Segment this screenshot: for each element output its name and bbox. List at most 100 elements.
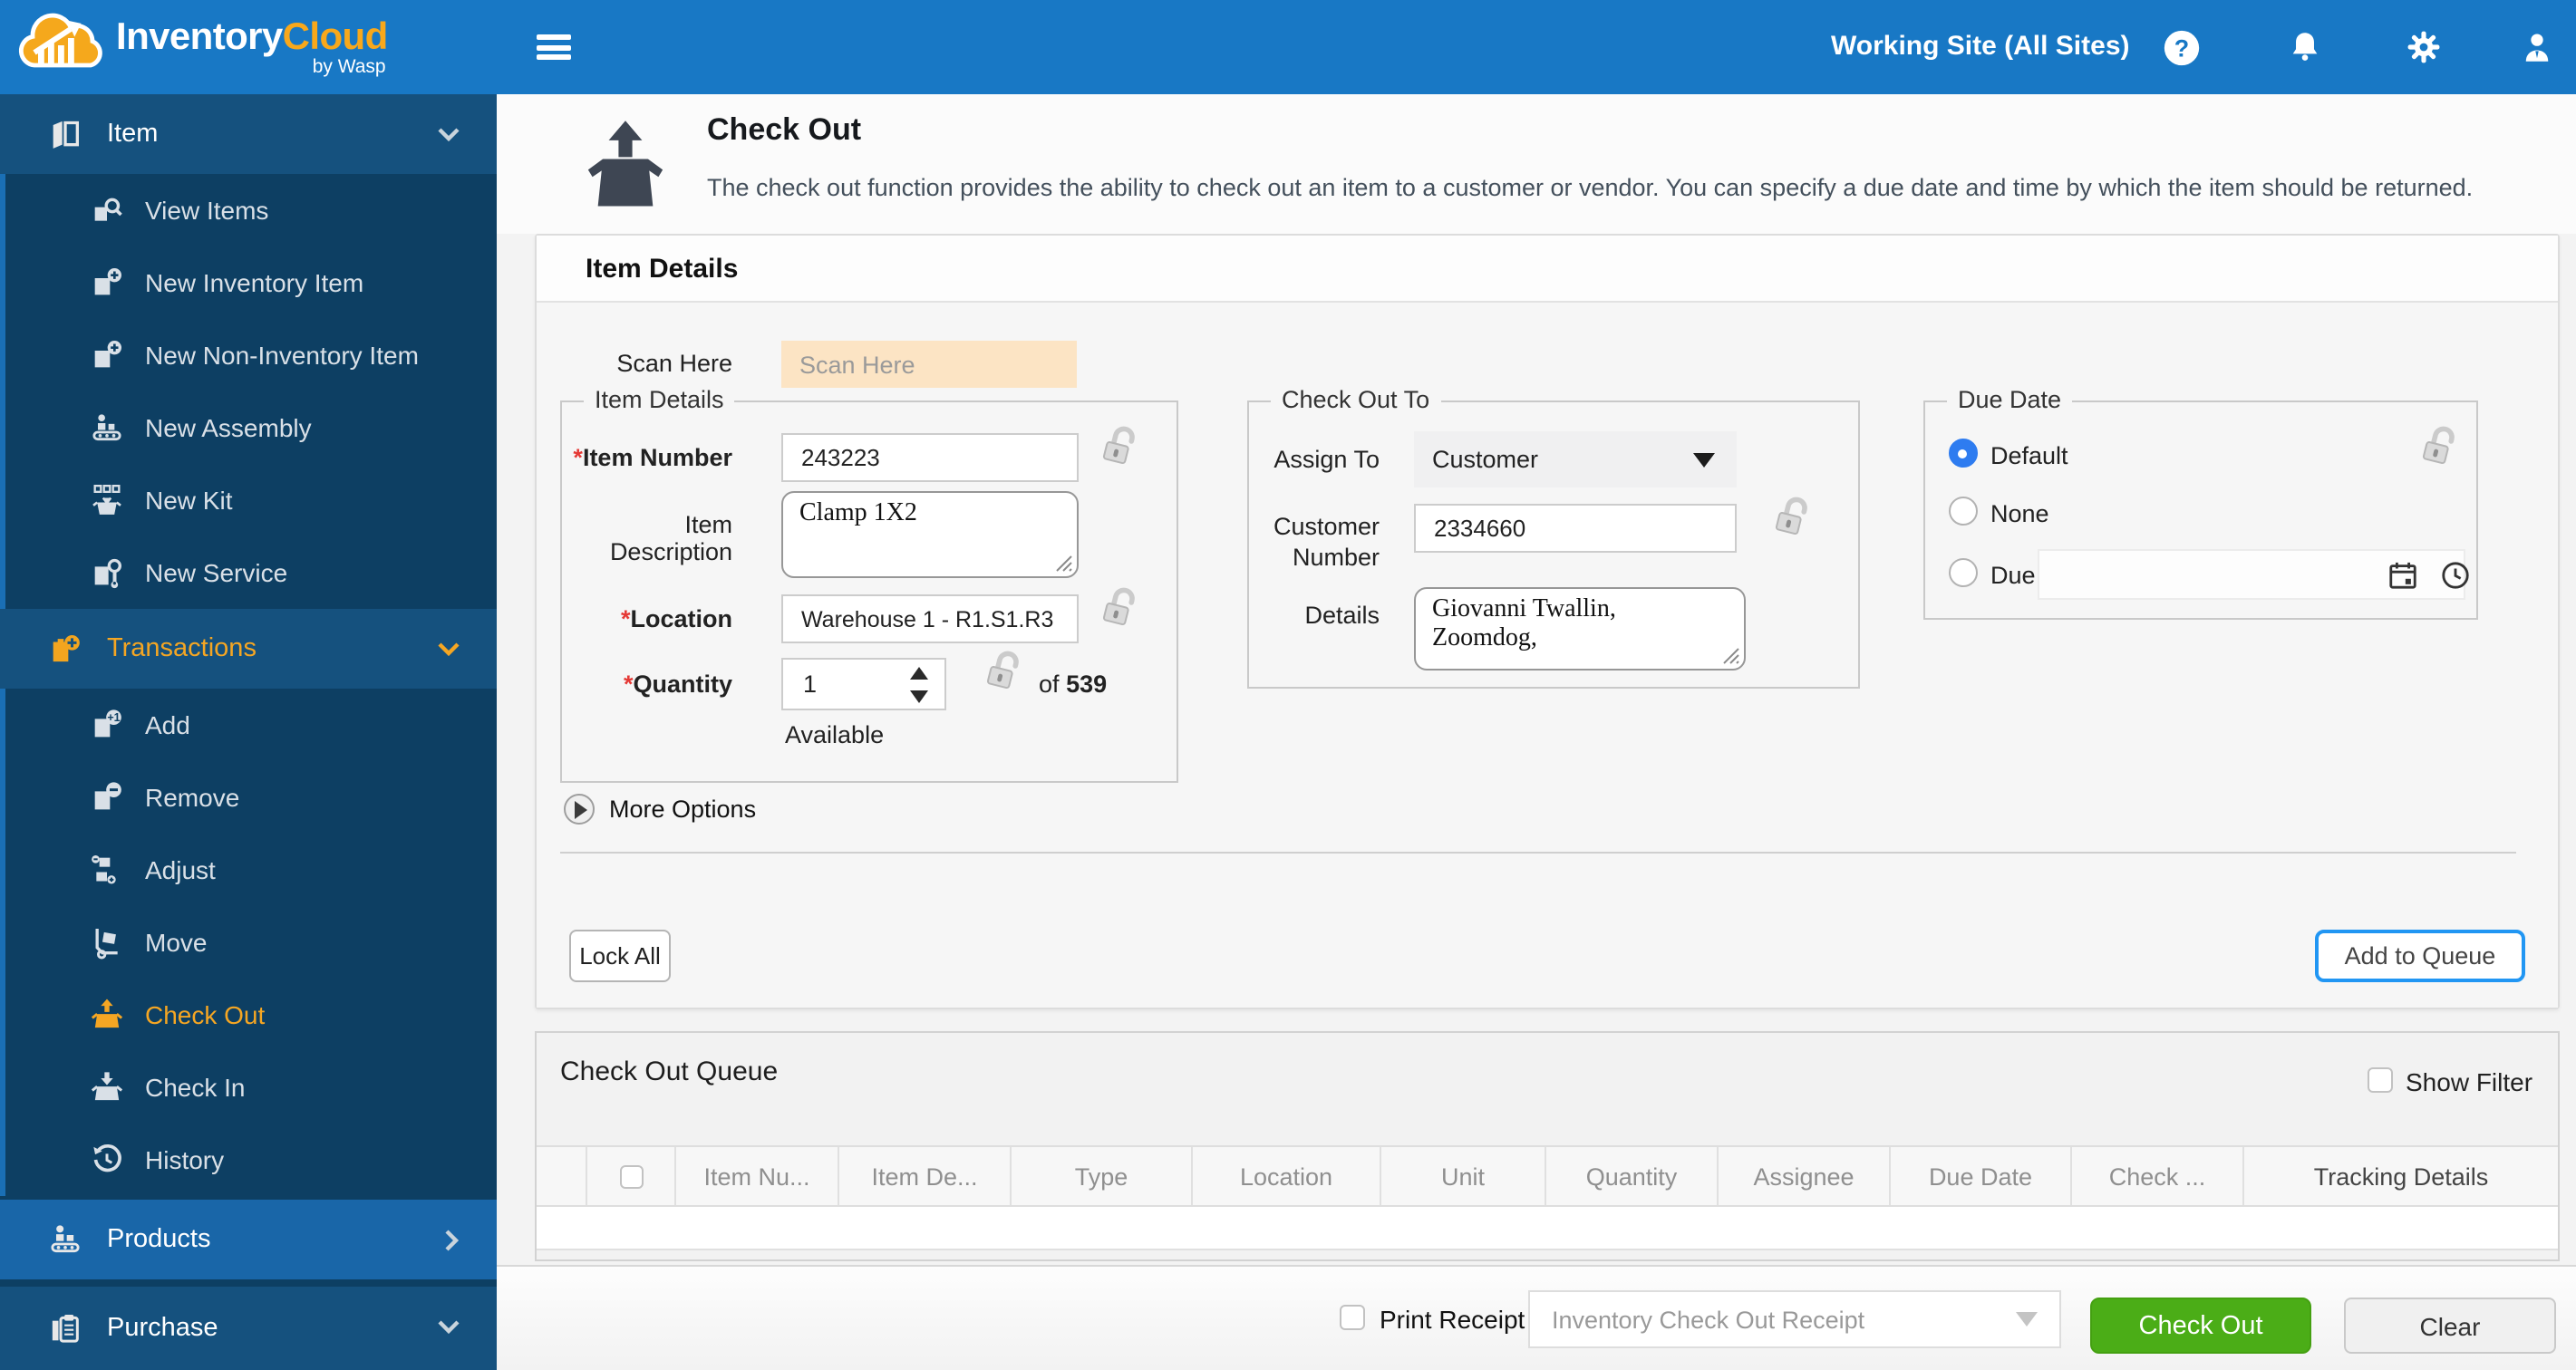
calendar-icon[interactable] [2387, 560, 2418, 600]
item-number-label: *Item Number [573, 444, 732, 471]
more-options-toggle[interactable]: More Options [564, 794, 756, 825]
column-header-item-number[interactable]: Item Nu... [676, 1147, 839, 1205]
item-number-input[interactable] [781, 433, 1079, 482]
sidebar-item-add[interactable]: +1 Add [5, 689, 497, 761]
check-out-box-icon [85, 997, 129, 1033]
quantity-stepper[interactable]: 1 [781, 658, 946, 710]
stepper-down-icon[interactable] [910, 690, 928, 703]
sidebar-section-label: Item [107, 120, 159, 149]
sidebar-section-transactions[interactable]: Transactions [0, 609, 497, 689]
scan-here-input[interactable] [781, 341, 1077, 388]
cloud-chart-logo-icon [16, 10, 107, 84]
sidebar-item-new-service[interactable]: New Service [5, 536, 497, 609]
hamburger-menu-icon[interactable] [537, 34, 571, 60]
service-wrench-icon [85, 555, 129, 591]
box-plus-icon [85, 265, 129, 301]
clear-button[interactable]: Clear [2344, 1298, 2556, 1354]
user-account-icon[interactable] [2511, 0, 2561, 94]
unlock-icon[interactable] [983, 645, 1026, 703]
lock-all-button[interactable]: Lock All [569, 930, 671, 982]
check-out-page-icon [578, 118, 673, 221]
divider [560, 852, 2516, 854]
sidebar-item-view-items[interactable]: View Items [5, 174, 497, 246]
location-input[interactable] [781, 594, 1079, 643]
column-header-type[interactable]: Type [1012, 1147, 1193, 1205]
sidebar-item-adjust[interactable]: Adjust [5, 834, 497, 906]
select-all-checkbox[interactable] [619, 1164, 643, 1188]
clock-icon[interactable] [2440, 560, 2471, 600]
column-header-tracking-details[interactable]: Tracking Details [2244, 1147, 2558, 1205]
sidebar-item-remove[interactable]: Remove [5, 761, 497, 834]
sidebar-item-label: View Items [145, 196, 269, 225]
sidebar-item-label: Remove [145, 783, 240, 812]
notifications-bell-icon[interactable] [2279, 0, 2329, 94]
remove-minus-icon [85, 779, 129, 815]
receipt-template-dropdown[interactable]: Inventory Check Out Receipt [1528, 1290, 2061, 1348]
assign-to-select[interactable]: Customer [1414, 431, 1737, 487]
unlock-icon[interactable] [1099, 420, 1142, 478]
sidebar-item-check-out[interactable]: Check Out [5, 979, 497, 1051]
check-out-to-fieldset: Check Out To Assign To Customer Customer… [1247, 386, 1860, 689]
customer-number-input[interactable] [1414, 504, 1737, 553]
item-description-textarea[interactable]: Clamp 1X2 [781, 491, 1079, 578]
queue-title: Check Out Queue [560, 1056, 779, 1087]
sidebar-item-move[interactable]: Move [5, 906, 497, 979]
column-header-assignee[interactable]: Assignee [1719, 1147, 1891, 1205]
sidebar-item-check-in[interactable]: Check In [5, 1051, 497, 1124]
sidebar-navigation: Item View Items New Inventory Item New N… [0, 94, 497, 1370]
print-receipt-checkbox[interactable] [1340, 1305, 1365, 1330]
sidebar-section-label: Purchase [107, 1314, 218, 1343]
check-out-submit-button[interactable]: Check Out [2090, 1298, 2311, 1354]
show-filter-checkbox[interactable] [2368, 1067, 2393, 1093]
details-label: Details [1304, 602, 1380, 629]
column-header-check[interactable]: Check ... [2072, 1147, 2244, 1205]
column-header-quantity[interactable]: Quantity [1546, 1147, 1719, 1205]
sidebar-item-new-non-inventory-item[interactable]: New Non-Inventory Item [5, 319, 497, 391]
sidebar-item-label: New Service [145, 558, 288, 587]
column-header-location[interactable]: Location [1193, 1147, 1381, 1205]
card-body: Scan Here Item Details *Item Number Item… [537, 303, 2558, 1008]
sidebar-item-new-inventory-item[interactable]: New Inventory Item [5, 246, 497, 319]
queue-empty-row [537, 1207, 2558, 1250]
help-icon[interactable]: ? [2155, 0, 2206, 94]
due-date-default-radio[interactable] [1949, 439, 1978, 468]
details-wrapper: Giovanni Twallin, Zoomdog, [1414, 587, 1746, 671]
unlock-icon[interactable] [1771, 491, 1815, 549]
print-receipt-label: Print Receipt [1380, 1305, 1525, 1334]
sidebar-item-new-assembly[interactable]: New Assembly [5, 391, 497, 464]
unlock-icon[interactable] [1099, 582, 1142, 640]
details-textarea[interactable]: Giovanni Twallin, Zoomdog, [1414, 587, 1746, 671]
column-header-unit[interactable]: Unit [1381, 1147, 1546, 1205]
purchase-clipboard-icon [44, 1310, 87, 1346]
fieldset-legend: Check Out To [1271, 386, 1441, 413]
fieldset-legend: Due Date [1947, 386, 2073, 413]
transactions-submenu: +1 Add Remove Adjust Move Check Out Chec… [0, 689, 497, 1196]
box-plus-icon [85, 337, 129, 373]
available-label: Available [785, 721, 885, 748]
sidebar-item-label: Check In [145, 1073, 246, 1102]
sidebar-section-purchase[interactable]: Purchase [0, 1287, 497, 1370]
settings-gear-icon[interactable] [2398, 0, 2449, 94]
column-header-item-description[interactable]: Item De... [839, 1147, 1012, 1205]
customer-number-label: Customer Number [1273, 513, 1380, 571]
location-label: *Location [620, 605, 732, 632]
unlock-icon[interactable] [2418, 420, 2462, 478]
stepper-up-icon[interactable] [910, 667, 928, 680]
sidebar-section-item[interactable]: Item [0, 94, 497, 174]
column-header-due-date[interactable]: Due Date [1891, 1147, 2072, 1205]
due-date-due-on-radio[interactable] [1949, 558, 1978, 587]
sidebar-item-history[interactable]: History [5, 1124, 497, 1196]
working-site-label[interactable]: Working Site (All Sites) [1831, 0, 2130, 94]
sidebar-section-label: Products [107, 1225, 211, 1254]
fieldset-legend: Item Details [584, 386, 735, 413]
move-dolly-icon [85, 924, 129, 960]
assign-to-label: Assign To [1273, 446, 1380, 473]
add-plus-one-icon: +1 [85, 707, 129, 743]
sidebar-item-new-kit[interactable]: New Kit [5, 464, 497, 536]
assign-to-value: Customer [1432, 446, 1539, 473]
sidebar-section-products[interactable]: Products [0, 1200, 497, 1279]
brand-logo[interactable]: InventoryCloud by Wasp [0, 10, 388, 84]
brand-name: InventoryCloud [116, 15, 388, 58]
due-date-none-radio[interactable] [1949, 497, 1978, 526]
add-to-queue-button[interactable]: Add to Queue [2315, 930, 2525, 982]
